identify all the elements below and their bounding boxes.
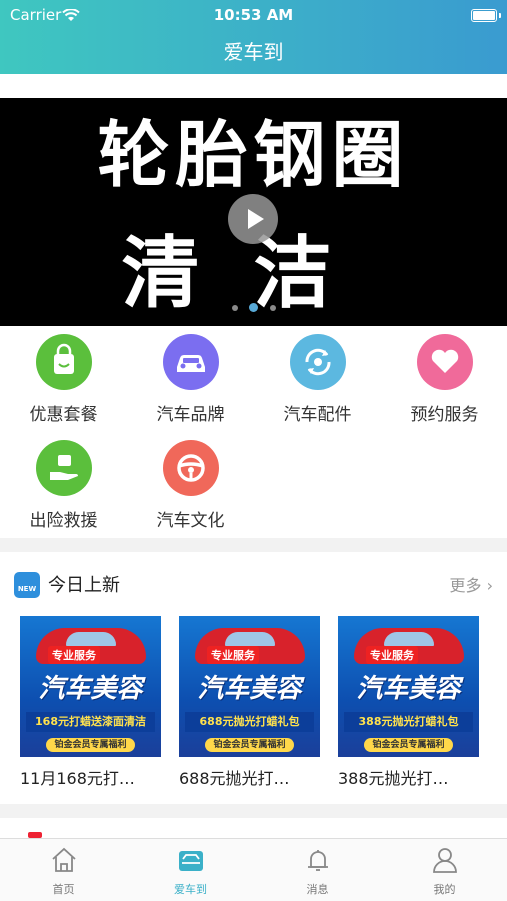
clock: 10:53 AM <box>213 6 294 24</box>
product-headline: 汽车美容 <box>197 674 302 704</box>
section-header: NEW 今日上新 更多 › <box>0 552 507 612</box>
page-title: 爱车到 <box>223 40 284 64</box>
category-label: 出险救援 <box>29 511 98 531</box>
tab-label: 首页 <box>52 883 75 896</box>
heart-icon <box>416 334 473 390</box>
product-footer: 铂金会员专属福利 <box>205 738 294 752</box>
product-tag: 专业服务 <box>366 646 418 664</box>
product-card[interactable]: 专业服务 汽车美容 688元抛光打蜡礼包 铂金会员专属福利 688元抛光打… <box>179 616 320 789</box>
carousel-dot[interactable] <box>232 305 238 311</box>
tab-label: 消息 <box>306 883 329 896</box>
status-bar: Carrier 10:53 AM <box>0 6 507 26</box>
bell-icon <box>307 850 328 871</box>
category-label: 优惠套餐 <box>29 405 98 425</box>
product-headline: 汽车美容 <box>38 674 143 704</box>
tab-label: 爱车到 <box>174 883 207 896</box>
tab-home[interactable]: 首页 <box>0 845 127 897</box>
tab-bar: 首页 爱车到 消息 我的 <box>0 838 507 901</box>
product-footer: 铂金会员专属福利 <box>364 738 453 752</box>
product-footer: 铂金会员专属福利 <box>46 738 135 752</box>
header-spacer <box>0 74 507 98</box>
steering-wheel-icon <box>162 440 219 496</box>
product-image: 专业服务 汽车美容 688元抛光打蜡礼包 铂金会员专属福利 <box>179 616 320 757</box>
product-band: 168元打蜡送漆面清洁 <box>26 712 155 732</box>
carousel-dot[interactable] <box>270 305 276 311</box>
carousel-dots <box>228 302 288 312</box>
product-image: 专业服务 汽车美容 168元打蜡送漆面清洁 铂金会员专属福利 <box>20 616 161 757</box>
category-label: 汽车配件 <box>283 405 352 425</box>
car-icon <box>162 334 219 390</box>
product-card[interactable]: 专业服务 汽车美容 388元抛光打蜡礼包 铂金会员专属福利 388元抛光打… <box>338 616 479 789</box>
shopping-bag-icon <box>35 334 92 390</box>
banner-text-line1: 轮胎钢圈 <box>97 112 410 197</box>
carousel-dot-active[interactable] <box>249 303 258 312</box>
user-icon <box>432 848 457 873</box>
product-band: 388元抛光打蜡礼包 <box>344 712 473 732</box>
parts-cycle-icon <box>289 334 346 390</box>
product-tag: 专业服务 <box>48 646 100 664</box>
category-appointment[interactable]: 预约服务 <box>381 334 507 425</box>
tab-car-service[interactable]: 爱车到 <box>127 845 254 897</box>
product-image: 专业服务 汽车美容 388元抛光打蜡礼包 铂金会员专属福利 <box>338 616 479 757</box>
car-service-icon <box>178 851 203 871</box>
home-icon <box>51 847 76 872</box>
product-name: 688元抛光打… <box>179 769 290 788</box>
category-label: 汽车文化 <box>156 511 225 531</box>
product-band: 688元抛光打蜡礼包 <box>185 712 314 732</box>
category-discount-package[interactable]: 优惠套餐 <box>0 334 127 425</box>
tab-messages[interactable]: 消息 <box>254 845 381 897</box>
product-name: 11月168元打… <box>20 769 135 788</box>
category-grid: 优惠套餐 汽车品牌 汽车配件 预约服务 出险救援 汽车文化 <box>0 326 507 538</box>
category-label: 汽车品牌 <box>156 405 225 425</box>
next-section-peek <box>0 818 507 838</box>
category-car-culture[interactable]: 汽车文化 <box>127 440 254 531</box>
video-banner[interactable]: 轮胎钢圈 清洁 <box>0 98 507 326</box>
category-label: 预约服务 <box>410 405 479 425</box>
tab-label: 我的 <box>433 883 456 896</box>
product-name: 388元抛光打… <box>338 769 449 788</box>
play-icon[interactable] <box>228 194 278 244</box>
category-car-parts[interactable]: 汽车配件 <box>254 334 381 425</box>
tab-profile[interactable]: 我的 <box>381 845 507 897</box>
rescue-hand-icon <box>35 440 92 496</box>
new-today-section: NEW 今日上新 更多 › 专业服务 汽车美容 168元打蜡送漆面清洁 铂金会员… <box>0 552 507 804</box>
category-car-brands[interactable]: 汽车品牌 <box>127 334 254 425</box>
product-tag: 专业服务 <box>207 646 259 664</box>
product-headline: 汽车美容 <box>356 674 461 704</box>
more-link[interactable]: 更多 › <box>450 572 494 596</box>
new-bag-icon: NEW <box>14 572 40 598</box>
category-rescue[interactable]: 出险救援 <box>0 440 127 531</box>
product-card[interactable]: 专业服务 汽车美容 168元打蜡送漆面清洁 铂金会员专属福利 11月168元打… <box>20 616 161 789</box>
battery-icon <box>471 9 501 22</box>
navigation-header: Carrier 10:53 AM 爱车到 <box>0 0 507 74</box>
section-title: 今日上新 <box>48 575 120 596</box>
